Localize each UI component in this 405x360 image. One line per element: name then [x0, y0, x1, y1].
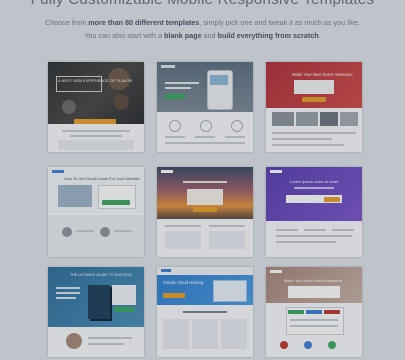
- template-3-hero: Make Your Next Event Awesome: [266, 62, 362, 108]
- template-3-cta: [302, 97, 326, 102]
- template-card-8[interactable]: Simple Cloud Hosting: [157, 267, 253, 357]
- template-card-5[interactable]: [157, 167, 253, 257]
- subtitle-line-2: You can also start with a blank page and…: [84, 31, 321, 40]
- template-card-6[interactable]: Lorem ipsum dolor sit amet: [266, 167, 362, 257]
- template-9-headline: Make Your Next Event Awesome: [284, 278, 342, 283]
- template-card-2[interactable]: [157, 62, 253, 152]
- blank-page-text: blank page: [164, 31, 202, 40]
- build-from-scratch-text: build everything from scratch: [217, 31, 319, 40]
- template-8-hero: Simple Cloud Hosting: [157, 275, 253, 305]
- template-1-hero: A NEXT GEN EXPERIENCE OF FLAVOR: [48, 62, 144, 124]
- template-6-cta: [324, 196, 340, 202]
- template-card-3[interactable]: Make Your Next Event Awesome: [266, 62, 362, 152]
- template-2-hero: [157, 62, 253, 112]
- template-card-1[interactable]: A NEXT GEN EXPERIENCE OF FLAVOR: [48, 62, 144, 152]
- template-6-headline: Lorem ipsum dolor sit amet: [290, 179, 339, 184]
- template-7-headline: THE ULTIMATE GUIDE TO SUCCESS: [70, 273, 133, 277]
- template-1-cta: [74, 119, 116, 124]
- template-4-cta: [102, 200, 130, 205]
- template-7-hero: THE ULTIMATE GUIDE TO SUCCESS: [48, 267, 144, 327]
- template-1-headline: A NEXT GEN EXPERIENCE OF FLAVOR: [58, 78, 133, 83]
- template-8-cta: [163, 293, 185, 298]
- template-7-cta: [114, 307, 134, 312]
- template-4-headline: How To Get Great Leads For Your Website: [64, 176, 140, 181]
- page-title: Fully Customizable Mobile Responsive Tem…: [0, 0, 405, 8]
- template-4-hero: How To Get Great Leads For Your Website: [48, 167, 144, 213]
- template-2-cta: [165, 94, 185, 99]
- template-card-4[interactable]: How To Get Great Leads For Your Website: [48, 167, 144, 257]
- template-6-hero: Lorem ipsum dolor sit amet: [266, 167, 362, 221]
- template-card-7[interactable]: THE ULTIMATE GUIDE TO SUCCESS: [48, 267, 144, 357]
- template-card-9[interactable]: Make Your Next Event Awesome: [266, 267, 362, 357]
- template-5-cta: [193, 207, 217, 212]
- template-3-headline: Make Your Next Event Awesome: [292, 72, 353, 77]
- template-9-hero: Make Your Next Event Awesome: [266, 267, 362, 303]
- subtitle-line-1: Choose from more than 80 different templ…: [45, 18, 360, 27]
- template-5-hero: [157, 167, 253, 219]
- template-8-headline: Simple Cloud Hosting: [163, 280, 204, 285]
